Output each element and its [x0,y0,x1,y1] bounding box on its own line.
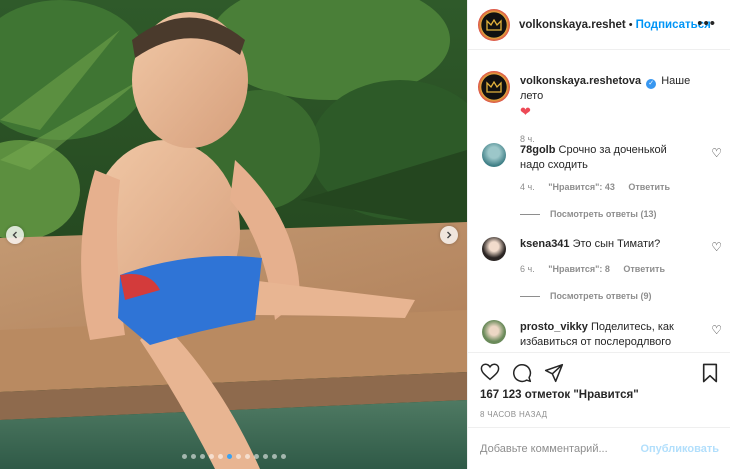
add-comment-input[interactable] [480,442,641,455]
comment-text-block: prosto_vikky Поделитесь, как избавиться … [520,320,688,350]
comment-likes-count[interactable]: "Нравится": 8 [548,264,610,274]
chevron-left-icon [12,231,17,239]
carousel-dots [0,454,467,459]
previous-photo-button[interactable] [6,226,24,244]
author-avatar[interactable] [478,8,510,41]
action-icons [480,363,564,383]
carousel-dot [271,454,277,459]
header-separator: • [628,18,633,31]
chevron-right-icon [447,231,452,239]
post-photo[interactable] [0,0,467,469]
next-photo-button[interactable] [440,226,458,244]
caption-avatar[interactable] [478,71,510,103]
comment-username[interactable]: prosto_vikky [520,321,588,333]
comment-time[interactable]: 6 ч. [520,264,535,274]
comment-like-heart-icon[interactable]: ♡ [711,323,722,337]
comment-like-heart-icon[interactable]: ♡ [711,240,722,254]
comment-likes-count[interactable]: "Нравится": 43 [548,182,615,192]
carousel-dot [226,454,232,459]
carousel-dot [217,454,223,459]
post-timestamp[interactable]: 8 ЧАСОВ НАЗАД [480,410,547,419]
comment-text-block: ksena341 Это сын Тимати? [520,237,688,252]
baby-pool-photo [0,0,467,469]
comment-like-heart-icon[interactable]: ♡ [711,146,722,160]
carousel-dot [244,454,250,459]
publish-button[interactable]: Опубликовать [640,443,719,455]
crown-logo-icon [486,81,502,93]
add-comment-bar: Опубликовать [468,427,730,469]
post-side-panel: volkonskaya.reshet • Подписаться ••• vol… [467,0,730,469]
commenter-avatar[interactable] [482,237,506,261]
verified-badge-icon: ✓ [646,79,657,89]
share-paper-plane-icon[interactable] [544,363,564,383]
comment-reply-button[interactable]: Ответить [628,182,670,192]
comments-list[interactable]: volkonskaya.reshetova ✓ Наше лето ❤ 8 ч.… [468,51,730,352]
crown-logo-icon [486,18,502,31]
replies-divider [520,213,540,215]
commenter-avatar[interactable] [482,143,506,167]
author-username[interactable]: volkonskaya.reshet [519,19,626,31]
carousel-dot [280,454,286,459]
commenter-avatar[interactable] [482,320,506,344]
post-header: volkonskaya.reshet • Подписаться ••• [468,0,730,50]
carousel-dot [235,454,241,459]
like-heart-icon[interactable] [480,363,500,381]
comment-time[interactable]: 4 ч. [520,182,535,192]
caption-text-block: volkonskaya.reshetova ✓ Наше лето ❤ [520,74,710,121]
carousel-dot [262,454,268,459]
carousel-dot [181,454,187,459]
heart-emoji-icon: ❤ [520,104,531,119]
comment-meta: 6 ч. "Нравится": 8 Ответить [520,264,676,274]
carousel-dot [253,454,259,459]
carousel-dot [208,454,214,459]
comment-reply-button[interactable]: Ответить [623,264,665,274]
carousel-dot [190,454,196,459]
view-replies-label: Посмотреть ответы (9) [550,291,652,301]
comment-text: Это сын Тимати? [572,238,661,250]
comment-meta: 4 ч. "Нравится": 43 Ответить [520,182,681,192]
comment-text-block: 78golb Срочно за доченькой надо сходить [520,143,688,173]
caption-username[interactable]: volkonskaya.reshetova [520,75,641,87]
comment-username[interactable]: 78golb [520,144,555,156]
carousel-dot [199,454,205,459]
replies-divider [520,295,540,297]
comment-bubble-icon[interactable] [512,363,532,383]
view-replies-button[interactable]: Посмотреть ответы (9) [520,291,651,301]
view-replies-label: Посмотреть ответы (13) [550,209,657,219]
save-bookmark-icon[interactable] [701,363,719,383]
view-replies-button[interactable]: Посмотреть ответы (13) [520,209,656,219]
likes-count[interactable]: 167 123 отметок "Нравится" [480,389,639,401]
comment-username[interactable]: ksena341 [520,238,570,250]
